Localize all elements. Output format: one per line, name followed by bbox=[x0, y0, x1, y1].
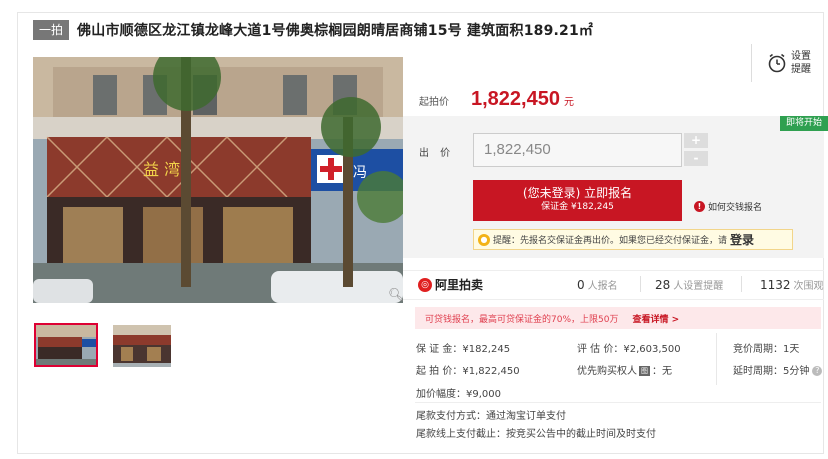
start-price-info: 起 拍 价：¥1,822,450 bbox=[416, 366, 520, 377]
alibaba-auction-brand: ◎ 阿里拍卖 bbox=[418, 276, 483, 293]
priority-buyer-info: 优先购买权人图：无 bbox=[577, 366, 672, 377]
alarm-clock-icon bbox=[768, 53, 786, 73]
thumbnail-1[interactable] bbox=[34, 323, 98, 367]
help-icon[interactable]: ? bbox=[812, 366, 823, 376]
view-details-link[interactable]: 查看详情 > bbox=[632, 312, 679, 325]
reminder-count: 28 人设置提醒 bbox=[655, 278, 724, 292]
bid-amount-input[interactable]: 1,822,450 bbox=[473, 133, 682, 167]
start-price-label: 起拍价 bbox=[419, 97, 449, 108]
bid-cycle-info: 竞价周期：1天 bbox=[733, 344, 800, 355]
thumbnail-2[interactable] bbox=[113, 325, 171, 367]
payment-method-info: 尾款支付方式：通过淘宝订单支付 bbox=[416, 411, 566, 422]
storefront-image: 益 湾 冯 bbox=[33, 57, 403, 303]
lightbulb-icon: ● bbox=[478, 233, 490, 246]
shop-sign-text: 益 湾 bbox=[143, 160, 180, 179]
auction-round-tag: 一拍 bbox=[33, 20, 70, 40]
login-tip: ● 提醒：先报名交保证金再出价。如果您已经交付保证金，请 登录 bbox=[473, 229, 793, 250]
appraisal-info: 评 估 价：¥2,603,500 bbox=[577, 344, 681, 355]
thumbnail-image bbox=[36, 325, 96, 365]
increase-bid-button[interactable]: + bbox=[684, 133, 708, 148]
row-divider bbox=[415, 402, 821, 403]
set-reminder-button[interactable]: 设置 提醒 bbox=[751, 44, 825, 82]
how-to-pay-link[interactable]: ! 如何交钱报名 bbox=[694, 200, 762, 213]
alibaba-logo-icon: ◎ bbox=[418, 277, 432, 292]
decrease-bid-button[interactable]: - bbox=[684, 151, 708, 166]
deposit-amount-label: 保证金 ¥182,245 bbox=[541, 202, 614, 212]
currency-unit: 元 bbox=[563, 97, 574, 108]
brand-label: 阿里拍卖 bbox=[435, 278, 484, 292]
reminder-label: 设置 提醒 bbox=[791, 51, 811, 75]
register-button-label: (您未登录) 立即报名 bbox=[522, 186, 633, 200]
login-link[interactable]: 登录 bbox=[730, 231, 754, 248]
priority-badge-icon: 图 bbox=[639, 366, 650, 376]
online-payment-deadline-info: 尾款线上支付截止：按竞买公告中的截止时间及时支付 bbox=[416, 429, 656, 440]
stat-divider bbox=[741, 276, 742, 292]
start-price-row: 起拍价 1,822,450 元 bbox=[419, 88, 574, 111]
main-photo[interactable]: 益 湾 冯 bbox=[33, 57, 403, 303]
register-now-button[interactable]: (您未登录) 立即报名 保证金 ¥182,245 bbox=[473, 180, 682, 221]
stat-divider bbox=[640, 276, 641, 292]
status-badge: 即将开始 bbox=[780, 116, 828, 131]
bid-label: 出 价 bbox=[419, 148, 455, 159]
deposit-info: 保 证 金：¥182,245 bbox=[416, 344, 511, 355]
increment-info: 加价幅度：¥9,000 bbox=[416, 389, 501, 400]
info-icon: ! bbox=[694, 201, 705, 212]
delay-cycle-info: 延时周期：5分钟? bbox=[733, 362, 823, 377]
loan-banner: 可贷钱报名，最高可贷保证金的70%，上限50万 查看详情 > bbox=[415, 307, 821, 329]
column-divider bbox=[716, 333, 717, 385]
start-price-value: 1,822,450 bbox=[471, 88, 560, 110]
view-count: 1132 次围观 bbox=[760, 278, 824, 292]
page-title: 佛山市顺德区龙江镇龙峰大道1号佛奥棕榈园朗晴居商铺15号 建筑面积189.21㎡ bbox=[77, 23, 594, 39]
title-bar: 一拍 佛山市顺德区龙江镇龙峰大道1号佛奥棕榈园朗晴居商铺15号 建筑面积189.… bbox=[17, 12, 824, 48]
how-to-pay-label: 如何交钱报名 bbox=[708, 203, 763, 213]
signup-count: 0 人报名 bbox=[577, 278, 618, 292]
loan-text: 可贷钱报名，最高可贷保证金的70%，上限50万 bbox=[425, 314, 619, 325]
tip-text: 提醒：先报名交保证金再出价。如果您已经交付保证金，请 bbox=[493, 236, 728, 246]
thumbnail-image bbox=[113, 325, 171, 367]
